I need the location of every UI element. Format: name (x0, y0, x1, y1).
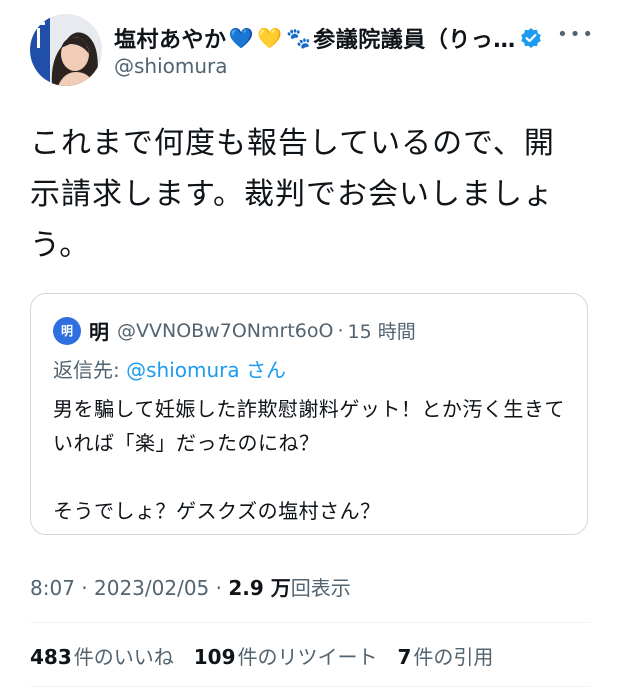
reply-label: 返信先: (53, 358, 127, 382)
retweets-count: 109 (193, 645, 236, 669)
tweet-stats: 483 件のいいね 109 件のリツイート 7 件の引用 (30, 641, 493, 670)
likes-stat[interactable]: 483 件のいいね (30, 641, 174, 670)
retweets-stat[interactable]: 109 件のリツイート (194, 641, 378, 670)
quotes-count: 7 (397, 645, 412, 669)
author-name-row[interactable]: 塩村あやか 💙 💛 🐾 参議院議員（りっ… (114, 22, 594, 54)
reply-mention-link[interactable]: @shiomura (126, 358, 240, 382)
more-icon[interactable]: ••• (557, 24, 595, 45)
quoted-tweet[interactable]: 明 明 @VVNOBw7ONmrt6oO · 15 時間 返信先: @shiom… (30, 293, 588, 535)
verified-badge-icon (520, 28, 541, 48)
views-label: 回表示 (290, 576, 351, 600)
retweets-label: 件のリツイート (237, 645, 378, 669)
author-name-suffix[interactable]: 参議院議員（りっ… (313, 22, 516, 54)
tweet-date[interactable]: 2023/02/05 (94, 576, 209, 600)
quotes-label: 件の引用 (413, 645, 494, 669)
separator: · (215, 576, 222, 600)
tweet-text: これまで何度も報告しているので、開示請求します。裁判でお会いしましょう。 (30, 126, 555, 263)
paw-prints-icon: 🐾 (286, 26, 312, 50)
quoted-timestamp[interactable]: 15 時間 (347, 317, 415, 344)
separator: · (337, 319, 344, 342)
quoted-display-name[interactable]: 明 (89, 316, 109, 345)
quoted-text-line: そうでしょ？ゲスクズの塩村さん？ (53, 499, 381, 523)
author-display-name[interactable]: 塩村あやか (114, 22, 227, 54)
quoted-tweet-text: 男を騙して妊娠した詐欺慰謝料ゲット！とか汚く生きていれば「楽」だったのにね？ そ… (53, 392, 573, 528)
divider (30, 686, 590, 687)
tweet-meta: 8:07 · 2023/02/05 · 2.9 万回表示 (30, 572, 351, 601)
quotes-stat[interactable]: 7 件の引用 (398, 641, 494, 670)
divider (30, 622, 590, 623)
views-count: 2.9 万 (228, 576, 291, 600)
tweet-time[interactable]: 8:07 (30, 576, 75, 600)
quoted-handle[interactable]: @VVNOBw7ONmrt6oO (117, 320, 333, 342)
blue-heart-icon: 💙 (228, 26, 254, 50)
reply-suffix: さん (239, 358, 286, 382)
likes-count: 483 (30, 645, 72, 669)
likes-label: 件のいいね (73, 645, 174, 669)
tweet-header: 塩村あやか 💙 💛 🐾 参議院議員（りっ… ••• @shiomura (30, 14, 595, 86)
author-handle[interactable]: @shiomura (114, 54, 228, 78)
quoted-tweet-header: 明 明 @VVNOBw7ONmrt6oO · 15 時間 (53, 316, 416, 345)
reply-context: 返信先: @shiomura さん (53, 354, 286, 383)
quoted-avatar[interactable]: 明 (53, 316, 81, 345)
separator: · (81, 576, 88, 600)
quoted-text-line: 男を騙して妊娠した詐欺慰謝料ゲット！とか汚く生きていれば「楽」だったのにね？ (53, 397, 565, 455)
avatar[interactable] (30, 14, 102, 86)
yellow-heart-icon: 💛 (257, 26, 283, 50)
